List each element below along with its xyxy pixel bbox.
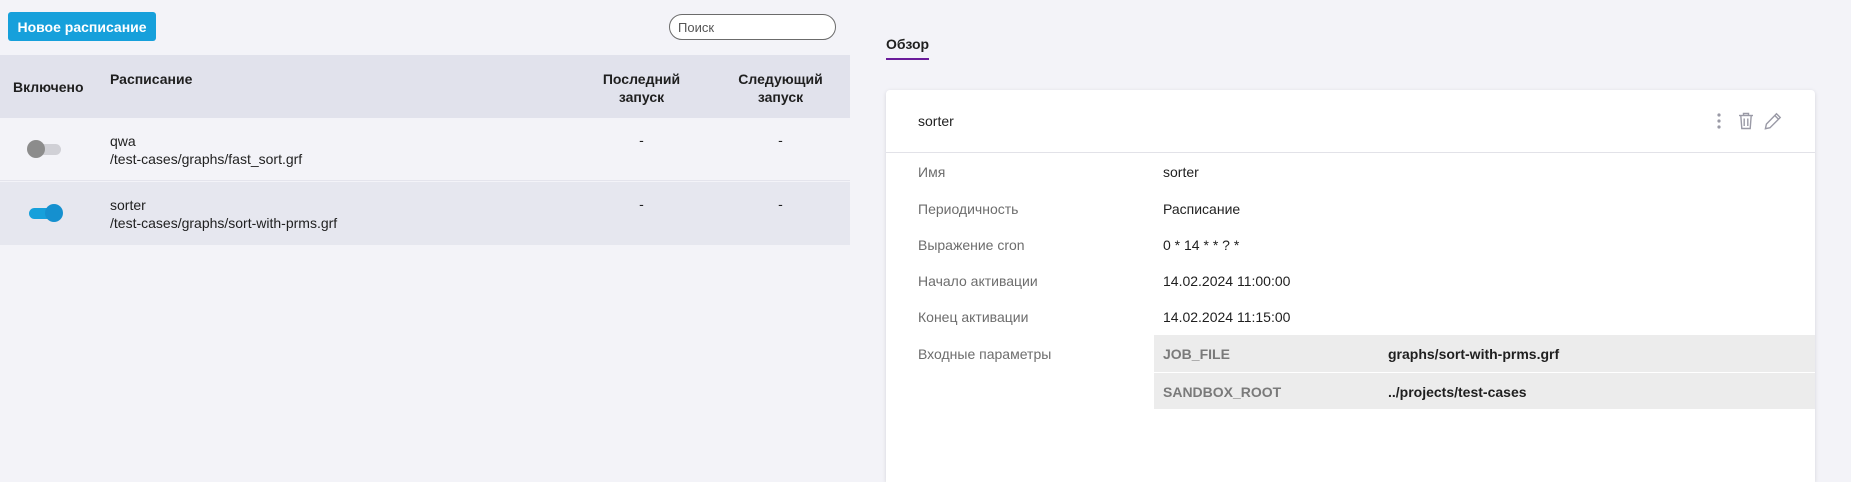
more-vertical-icon[interactable] [1708, 110, 1730, 132]
column-header-enabled[interactable]: Включено [13, 79, 84, 95]
input-params-table: JOB_FILE graphs/sort-with-prms.grf SANDB… [1154, 335, 1815, 409]
table-header: Включено Расписание Последний запуск Сле… [0, 55, 850, 118]
last-run-cell: - [639, 196, 644, 212]
param-row: JOB_FILE graphs/sort-with-prms.grf [1154, 335, 1815, 372]
toggle-knob [45, 204, 63, 222]
last-run-cell: - [639, 132, 644, 148]
field-label-activation-end: Конец активации [918, 309, 1029, 325]
param-value: graphs/sort-with-prms.grf [1388, 346, 1560, 362]
schedule-list-panel: Новое расписание Включено Расписание Пос… [0, 0, 850, 482]
field-label-name: Имя [918, 164, 946, 180]
edit-pencil-icon[interactable] [1762, 110, 1784, 132]
param-row: SANDBOX_ROOT ../projects/test-cases [1154, 372, 1815, 409]
toggle-knob [27, 140, 45, 158]
column-header-last-run[interactable]: Последний запуск [598, 70, 685, 106]
param-value: ../projects/test-cases [1388, 384, 1527, 400]
tab-overview[interactable]: Обзор [886, 36, 930, 60]
field-value-activation-start: 14.02.2024 11:00:00 [1163, 273, 1291, 289]
field-value-cron: 0 * 14 * * ? * [1163, 237, 1240, 253]
schedule-path: /test-cases/graphs/fast_sort.grf [110, 151, 303, 167]
new-schedule-button[interactable]: Новое расписание [8, 12, 156, 41]
param-key: JOB_FILE [1163, 346, 1230, 362]
schedule-name-cell: sorter /test-cases/graphs/sort-with-prms… [110, 196, 337, 232]
table-row[interactable]: qwa /test-cases/graphs/fast_sort.grf - - [0, 118, 850, 181]
schedule-name: sorter [110, 197, 146, 213]
field-value-periodicity: Расписание [1163, 201, 1241, 217]
trash-icon[interactable] [1735, 110, 1757, 132]
field-label-periodicity: Периодичность [918, 201, 1019, 217]
next-run-cell: - [778, 132, 783, 148]
schedule-name: qwa [110, 133, 136, 149]
column-header-next-run[interactable]: Следующий запуск [737, 70, 824, 106]
schedule-name-cell: qwa /test-cases/graphs/fast_sort.grf [110, 132, 302, 168]
enabled-toggle[interactable] [27, 204, 63, 222]
schedule-path: /test-cases/graphs/sort-with-prms.grf [110, 215, 338, 231]
field-label-cron: Выражение cron [918, 237, 1025, 253]
next-run-cell: - [778, 196, 783, 212]
column-header-schedule[interactable]: Расписание [110, 71, 192, 87]
field-value-activation-end: 14.02.2024 11:15:00 [1163, 309, 1291, 325]
search-input[interactable] [669, 14, 836, 40]
enabled-toggle[interactable] [27, 140, 63, 158]
field-value-name: sorter [1163, 164, 1199, 180]
details-card-header: sorter [886, 90, 1815, 153]
details-title: sorter [918, 113, 954, 129]
app: Новое расписание Включено Расписание Пос… [0, 0, 1851, 482]
field-label-input-params: Входные параметры [918, 346, 1052, 362]
details-card: sorter Имя sorter Периодичность Расписан… [886, 90, 1815, 482]
table-row-selected[interactable]: sorter /test-cases/graphs/sort-with-prms… [0, 182, 850, 245]
param-key: SANDBOX_ROOT [1163, 384, 1282, 400]
field-label-activation-start: Начало активации [918, 273, 1038, 289]
